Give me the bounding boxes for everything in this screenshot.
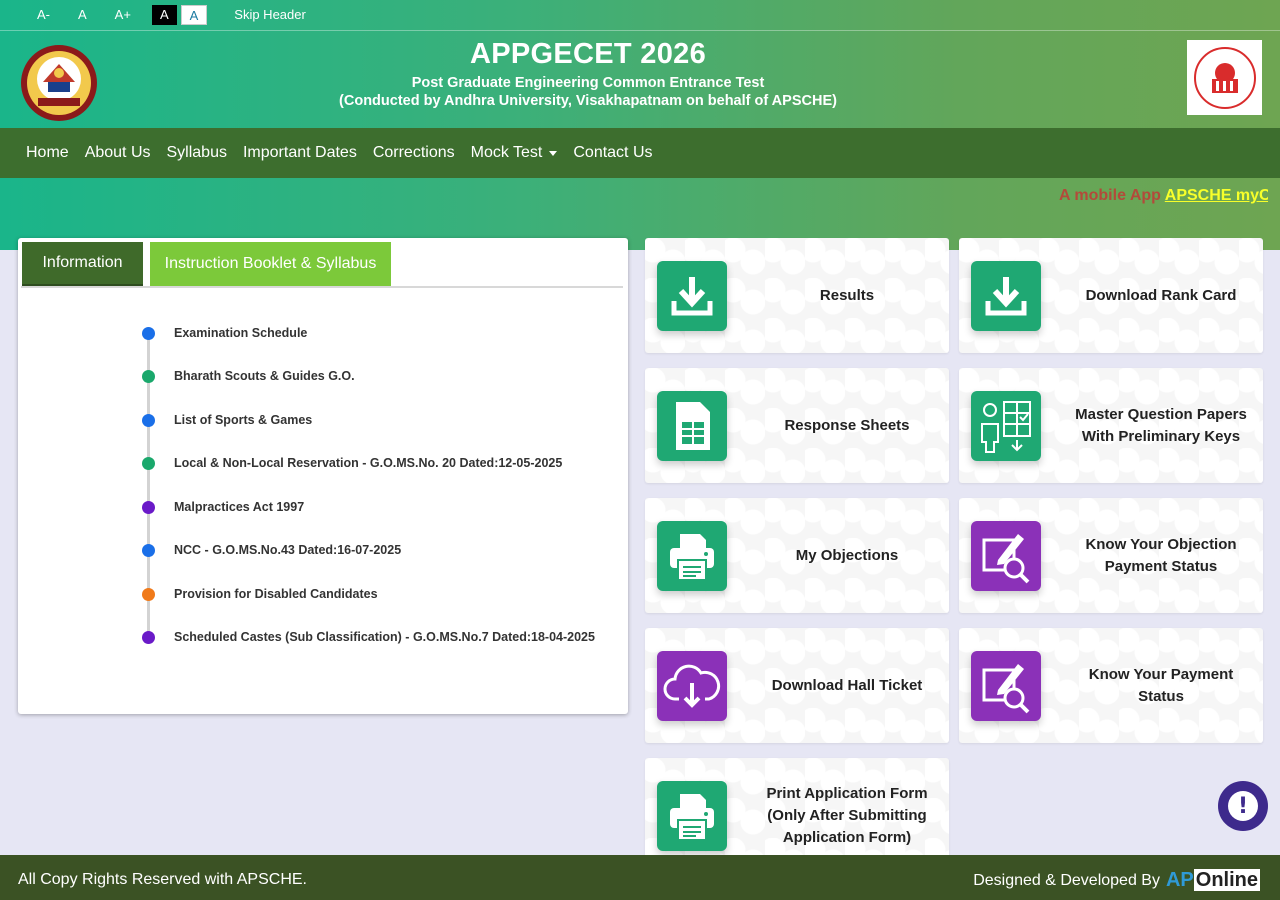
timeline-dot-icon (142, 544, 155, 557)
info-link[interactable]: List of Sports & Games (174, 413, 312, 427)
info-link[interactable]: Local & Non-Local Reservation - G.O.MS.N… (174, 456, 562, 470)
objection-payment-label: Know Your Objection Payment Status (1085, 535, 1237, 575)
edit-search-icon (971, 651, 1041, 721)
rank-card-card[interactable]: Download Rank Card (959, 238, 1263, 353)
nav-about-us[interactable]: About Us (77, 144, 159, 162)
info-link[interactable]: NCC - G.O.MS.No.43 Dated:16-07-2025 (174, 543, 401, 557)
aponline-logo[interactable]: AP Online (1166, 869, 1260, 892)
timeline-dot-icon (142, 631, 155, 644)
conducted-by-text: (Conducted by Andhra University, Visakha… (339, 93, 837, 109)
nav-home[interactable]: Home (18, 144, 77, 162)
designed-by-text: Designed & Developed By (973, 871, 1160, 889)
hall-ticket-label: Download Hall Ticket (771, 676, 923, 694)
nav-contact-us[interactable]: Contact Us (565, 144, 660, 162)
apsche-logo[interactable] (1187, 40, 1262, 115)
font-decrease-button[interactable]: A- (30, 5, 57, 25)
page-subtitle: Post Graduate Engineering Common Entranc… (411, 75, 765, 91)
accessibility-bar: A- A A+ A A Skip Header (0, 0, 1280, 31)
caret-down-icon (549, 150, 558, 156)
master-papers-card[interactable]: Master Question Papers With Preliminary … (959, 368, 1263, 483)
cloud-download-icon (657, 651, 727, 721)
tab-instruction-booklet[interactable]: Instruction Booklet & Syllabus (150, 242, 391, 286)
spreadsheet-icon (657, 391, 727, 461)
results-label: Results (819, 286, 875, 304)
payment-status-label: Know Your Payment Status (1088, 665, 1234, 705)
info-link[interactable]: Scheduled Castes (Sub Classification) - … (174, 630, 595, 644)
timeline-dot-icon (142, 457, 155, 470)
payment-status-card[interactable]: Know Your Payment Status (959, 628, 1263, 743)
information-panel: Information Instruction Booklet & Syllab… (18, 238, 628, 714)
site-header: APPGECET 2026 Post Graduate Engineering … (0, 32, 1280, 128)
my-objections-card[interactable]: My Objections (645, 498, 949, 613)
info-tabs: Information Instruction Booklet & Syllab… (21, 242, 623, 288)
info-link[interactable]: Examination Schedule (174, 326, 307, 340)
master-papers-label: Master Question Papers With Preliminary … (1075, 405, 1247, 445)
main-navbar: Home About Us Syllabus Important Dates C… (0, 128, 1280, 178)
results-card[interactable]: Results (645, 238, 949, 353)
dark-contrast-button[interactable]: A (151, 5, 177, 25)
skip-header-link[interactable]: Skip Header (227, 5, 313, 25)
title-block: APPGECET 2026 Post Graduate Engineering … (0, 38, 1176, 109)
timeline-dot-icon (142, 370, 155, 383)
download-icon (657, 261, 727, 331)
marquee-link[interactable]: APSCHE myC (1165, 187, 1268, 204)
aponline-logo-ap: AP (1165, 869, 1194, 891)
developer-credit: Designed & Developed By AP Online (973, 869, 1260, 892)
response-sheets-card[interactable]: Response Sheets (645, 368, 949, 483)
timeline-dot-icon (142, 501, 155, 514)
help-button[interactable]: ! (1218, 781, 1268, 831)
aponline-logo-online: Online (1193, 869, 1260, 891)
copyright-text: All Copy Rights Reserved with APSCHE. (18, 871, 307, 888)
announcement-marquee: A mobile App APSCHE myC (0, 178, 1268, 214)
timeline-dot-icon (142, 414, 155, 427)
printer-icon (657, 521, 727, 591)
timeline-dot-icon (142, 327, 155, 340)
nav-corrections[interactable]: Corrections (365, 144, 463, 162)
objection-payment-card[interactable]: Know Your Objection Payment Status (959, 498, 1263, 613)
page-title: APPGECET 2026 (470, 38, 706, 70)
marquee-text: A mobile App (1059, 187, 1165, 204)
my-objections-label: My Objections (795, 546, 899, 564)
nav-mock-test-label: Mock Test (470, 144, 543, 161)
font-normal-button[interactable]: A (71, 5, 94, 25)
edit-search-icon (971, 521, 1041, 591)
font-increase-button[interactable]: A+ (108, 5, 138, 25)
nav-syllabus[interactable]: Syllabus (159, 144, 235, 162)
timeline-dot-icon (142, 588, 155, 601)
info-link[interactable]: Malpractices Act 1997 (174, 500, 304, 514)
light-contrast-button[interactable]: A (180, 5, 208, 25)
info-link[interactable]: Provision for Disabled Candidates (174, 587, 378, 601)
nav-important-dates[interactable]: Important Dates (235, 144, 365, 162)
download-icon (971, 261, 1041, 331)
response-sheets-label: Response Sheets (784, 416, 910, 434)
hall-ticket-card[interactable]: Download Hall Ticket (645, 628, 949, 743)
site-footer: All Copy Rights Reserved with APSCHE. De… (0, 855, 1280, 900)
info-link[interactable]: Bharath Scouts & Guides G.O. (174, 369, 355, 383)
printer-icon (657, 781, 727, 851)
nav-mock-test[interactable]: Mock Test (463, 144, 566, 162)
alert-icon: ! (1228, 791, 1258, 821)
tab-information[interactable]: Information (22, 242, 143, 286)
question-papers-icon (971, 391, 1041, 461)
rank-card-label: Download Rank Card (1085, 286, 1237, 304)
